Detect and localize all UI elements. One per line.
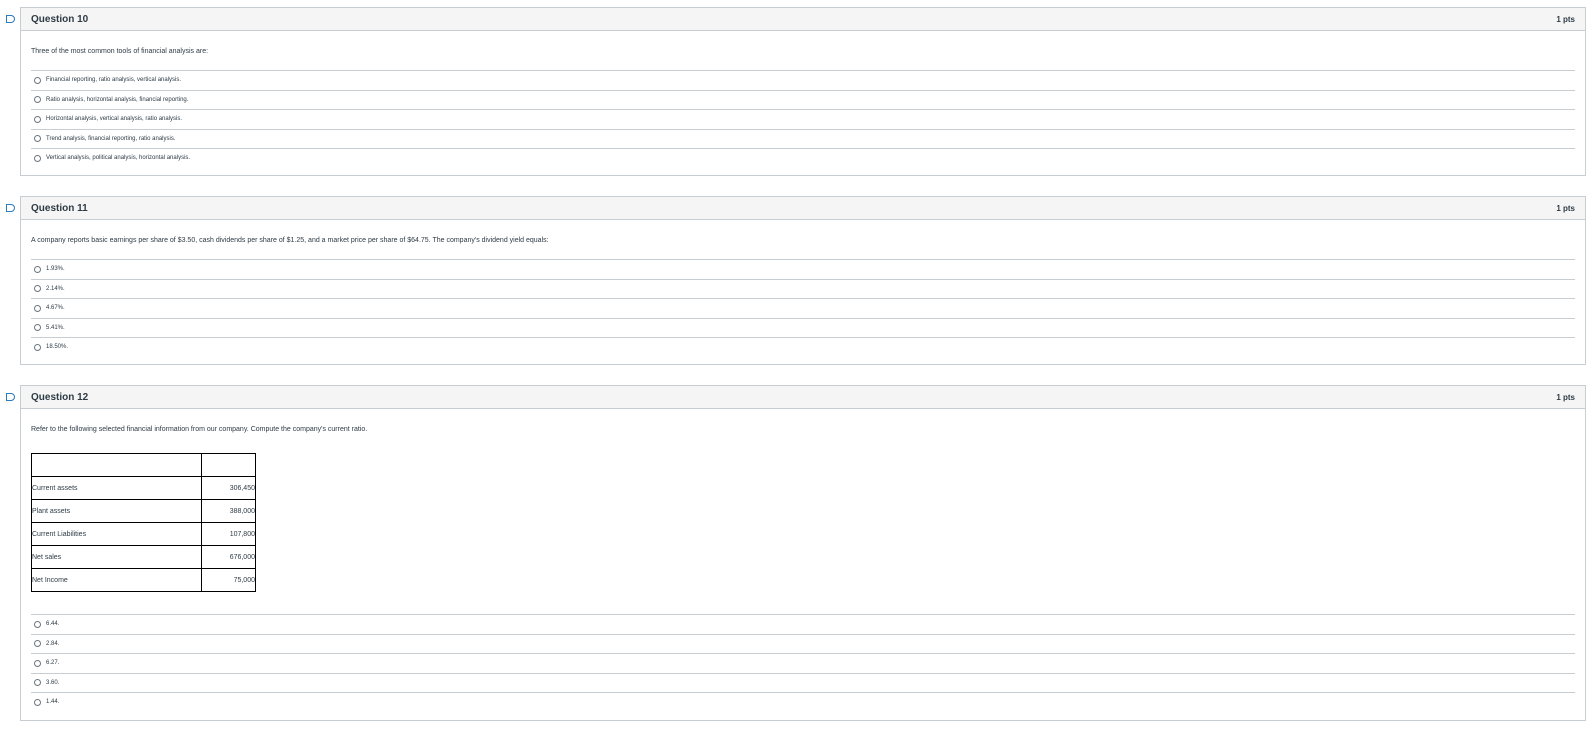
table-row: Current Liabilities 107,800 [31, 522, 256, 546]
answer-label: Ratio analysis, horizontal analysis, fin… [46, 96, 189, 103]
answer-label: 2.14%. [46, 285, 65, 292]
answer-label: 18.50%. [46, 344, 69, 351]
row-label: Plant assets [31, 499, 202, 523]
question-points: 1 pts [1556, 203, 1575, 213]
answer-label: 3.60. [46, 679, 60, 686]
answer-label: 2.84. [46, 640, 60, 647]
answer-option[interactable]: 2.84. [31, 633, 1575, 654]
answer-label: 6.44. [46, 621, 60, 628]
question-title: Question 12 [31, 391, 89, 403]
row-value: 388,000 [201, 499, 256, 523]
radio-button[interactable] [34, 285, 41, 293]
answer-option[interactable]: 5.41%. [31, 317, 1575, 338]
table-row: Plant assets 388,000 [31, 499, 256, 523]
answer-option[interactable]: 6.44. [31, 614, 1575, 634]
row-label: Current Liabilities [31, 522, 202, 546]
radio-button[interactable] [34, 76, 41, 84]
answer-label: Vertical analysis, political analysis, h… [46, 155, 191, 162]
question-header: Question 11 1 pts [21, 197, 1585, 220]
radio-button[interactable] [34, 698, 41, 706]
row-value: 107,800 [201, 522, 256, 546]
answer-option[interactable]: 1.93%. [31, 259, 1575, 279]
row-value: 306,450 [201, 476, 256, 500]
question-title: Question 11 [31, 202, 88, 214]
answer-option[interactable]: Financial reporting, ratio analysis, ver… [31, 70, 1575, 90]
answer-option[interactable]: 3.60. [31, 672, 1575, 693]
answer-label: 6.27. [46, 660, 60, 667]
radio-button[interactable] [34, 115, 41, 123]
question-11: Question 11 1 pts A company reports basi… [20, 196, 1586, 365]
question-10: Question 10 1 pts Three of the most comm… [20, 7, 1586, 176]
answer-option[interactable]: 6.27. [31, 653, 1575, 673]
row-value: 676,000 [201, 545, 256, 569]
row-label: Current assets [31, 476, 202, 500]
answer-list: Financial reporting, ratio analysis, ver… [31, 70, 1575, 168]
radio-button[interactable] [34, 679, 41, 687]
answer-label: 5.41%. [46, 324, 65, 331]
answer-label: Financial reporting, ratio analysis, ver… [46, 77, 182, 84]
answer-label: Horizontal analysis, vertical analysis, … [46, 116, 183, 123]
radio-button[interactable] [34, 343, 41, 351]
row-value: 75,000 [201, 568, 256, 592]
answer-label: 4.67%. [46, 305, 65, 312]
radio-button[interactable] [34, 659, 41, 667]
answer-option[interactable]: Ratio analysis, horizontal analysis, fin… [31, 89, 1575, 110]
table-row: Net Income 75,000 [31, 568, 256, 592]
answer-label: Trend analysis, financial reporting, rat… [46, 135, 176, 142]
answer-option[interactable]: Trend analysis, financial reporting, rat… [31, 128, 1575, 149]
answer-list: 6.44. 2.84. 6.27. 3.60. 1.44. [31, 614, 1575, 712]
flag-question-12-icon[interactable] [6, 393, 15, 401]
question-text: Three of the most common tools of financ… [31, 48, 209, 55]
answer-label: 1.93%. [46, 266, 65, 273]
answer-label: 1.44. [46, 699, 60, 706]
table-header-cell [31, 453, 202, 477]
radio-button[interactable] [34, 324, 41, 332]
radio-button[interactable] [34, 154, 41, 162]
answer-option[interactable]: 18.50%. [31, 337, 1575, 357]
radio-button[interactable] [34, 620, 41, 628]
row-label: Net Income [31, 568, 202, 592]
radio-button[interactable] [34, 135, 41, 143]
radio-button[interactable] [34, 304, 41, 312]
question-points: 1 pts [1556, 392, 1575, 402]
financial-info-table: Current assets 306,450 Plant assets 388,… [31, 453, 256, 592]
answer-option[interactable]: 2.14%. [31, 278, 1575, 299]
question-text: Refer to the following selected financia… [31, 426, 368, 433]
radio-button[interactable] [34, 640, 41, 648]
flag-question-10-icon[interactable] [6, 15, 15, 23]
table-row: Net sales 676,000 [31, 545, 256, 569]
flag-question-11-icon[interactable] [6, 204, 15, 212]
row-label: Net sales [31, 545, 202, 569]
radio-button[interactable] [34, 265, 41, 273]
question-points: 1 pts [1556, 14, 1575, 24]
question-title: Question 10 [31, 13, 89, 25]
question-header: Question 12 1 pts [21, 386, 1585, 409]
table-row: Current assets 306,450 [31, 476, 256, 500]
answer-option[interactable]: Horizontal analysis, vertical analysis, … [31, 109, 1575, 129]
question-header: Question 10 1 pts [21, 8, 1585, 31]
radio-button[interactable] [34, 96, 41, 104]
answer-option[interactable]: 4.67%. [31, 298, 1575, 318]
table-header-row [31, 453, 256, 477]
answer-option[interactable]: 1.44. [31, 692, 1575, 712]
answer-option[interactable]: Vertical analysis, political analysis, h… [31, 148, 1575, 168]
table-header-cell [201, 453, 256, 477]
question-text: A company reports basic earnings per sha… [31, 237, 549, 244]
answer-list: 1.93%. 2.14%. 4.67%. 5.41%. 18.50%. [31, 259, 1575, 357]
question-12: Question 12 1 pts Refer to the following… [20, 385, 1586, 721]
